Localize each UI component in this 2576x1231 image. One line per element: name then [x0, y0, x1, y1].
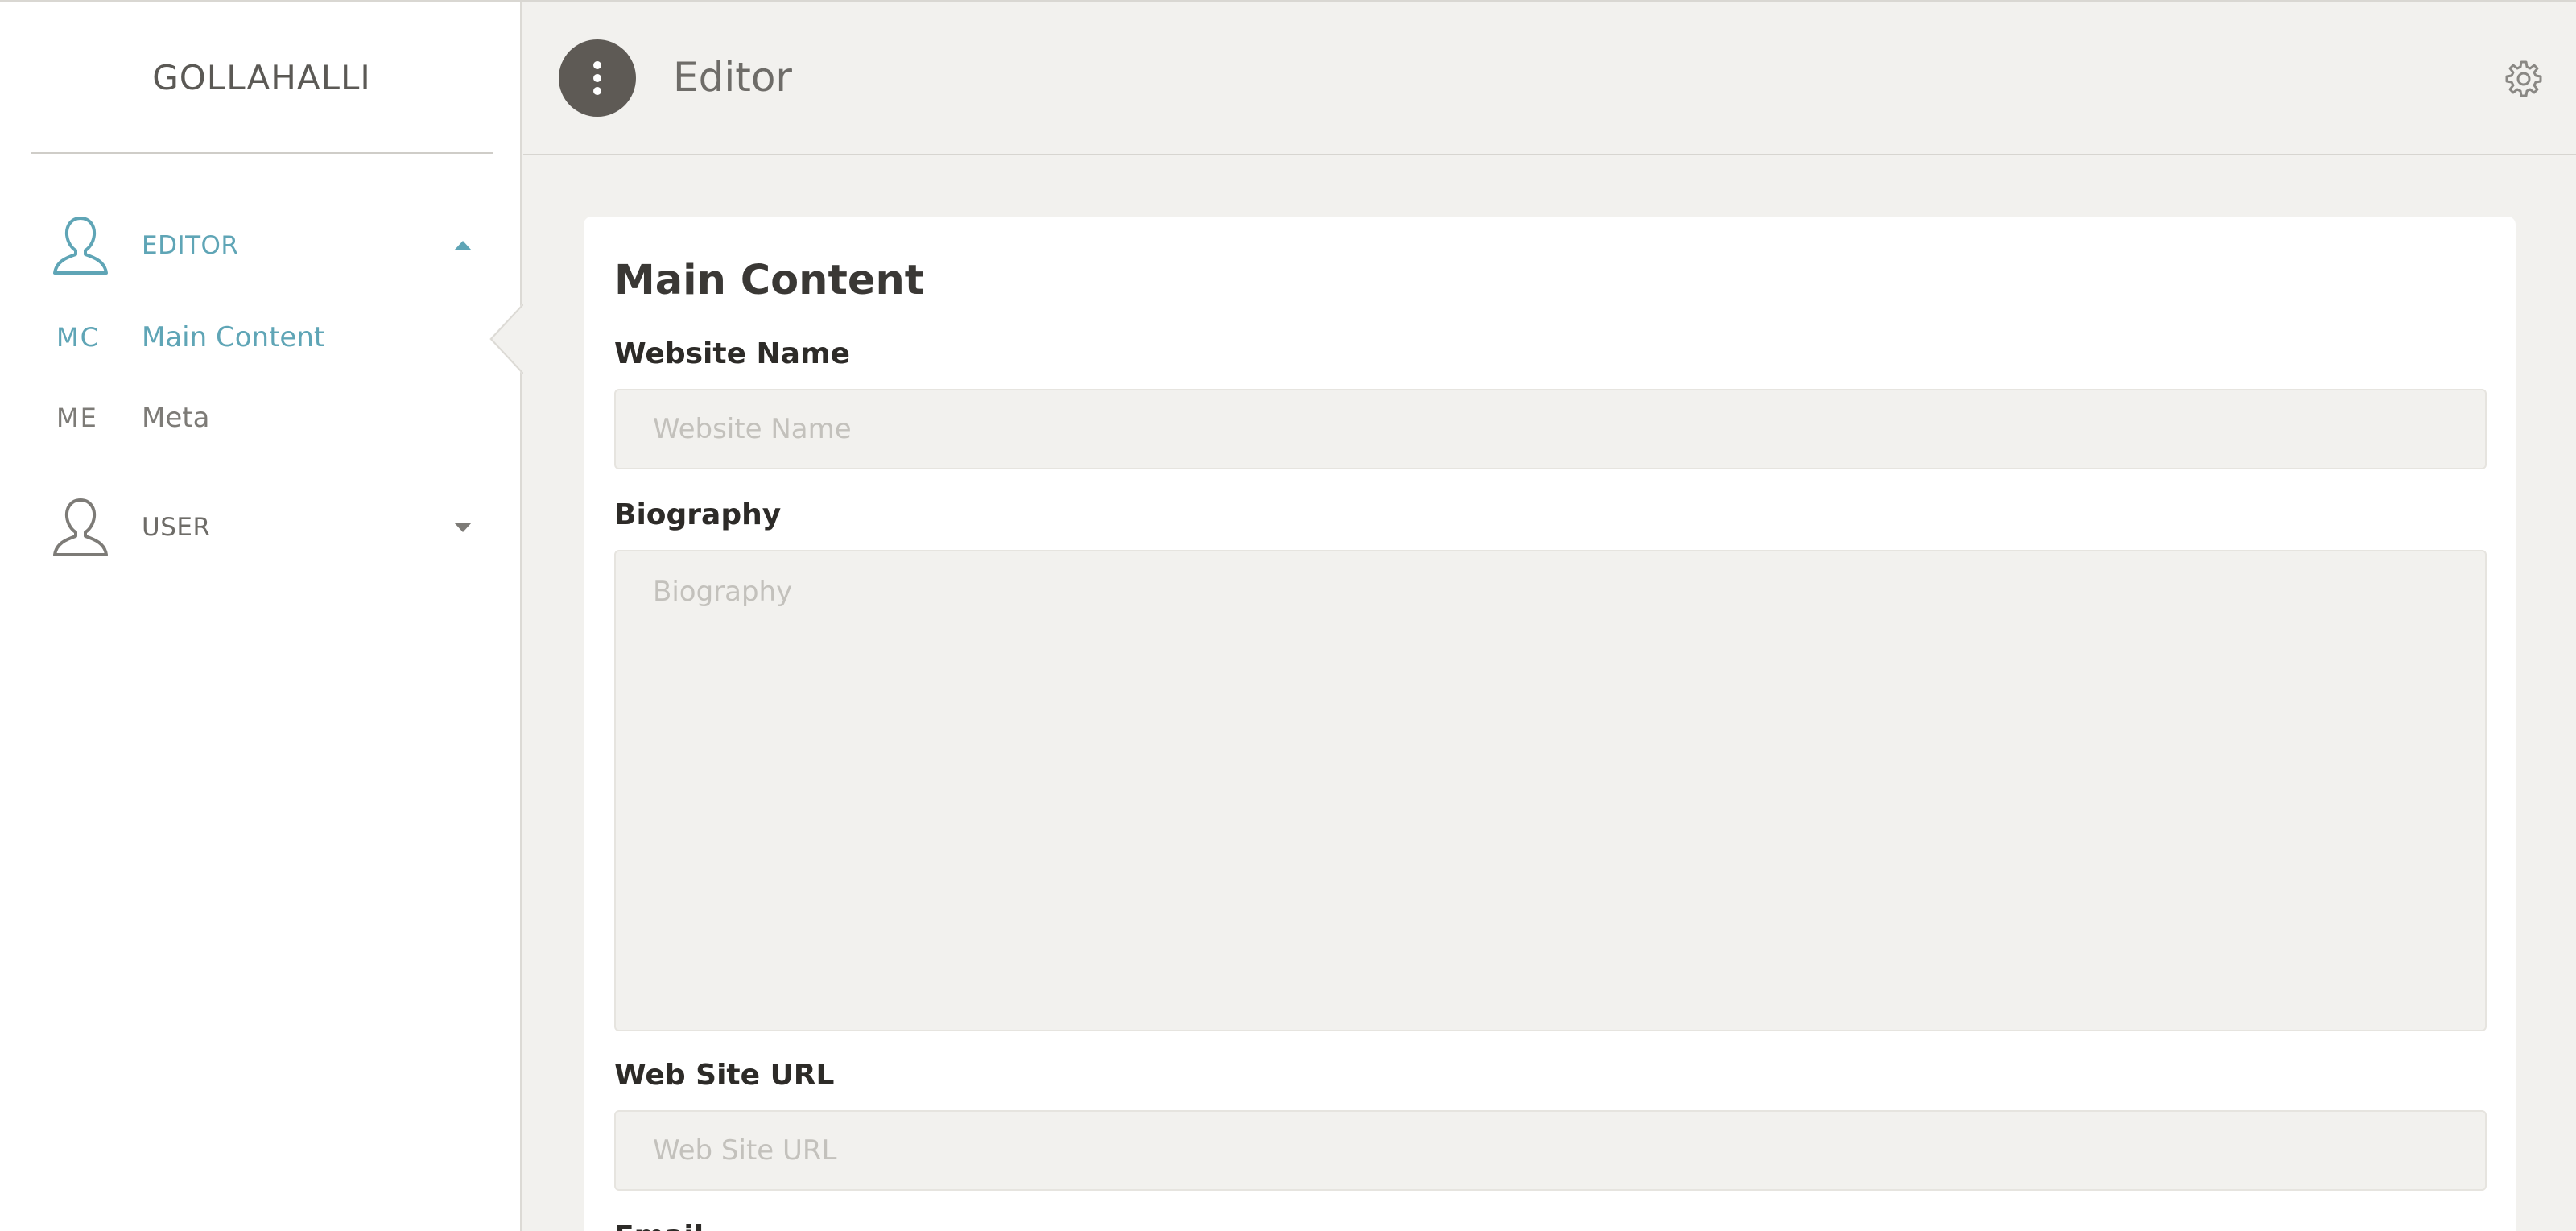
biography-label: Biography: [614, 498, 782, 531]
brand-logo[interactable]: GOLLAHALLI: [31, 2, 493, 154]
sidebar-item-main-content[interactable]: MC Main Content: [0, 305, 522, 370]
sidebar-group-label: EDITOR: [142, 231, 239, 260]
main-content-card: Main Content Website Name Biography Web …: [584, 217, 2516, 1231]
website-name-label: Website Name: [614, 337, 850, 370]
sidebar-item-meta[interactable]: ME Meta: [0, 386, 522, 450]
gear-icon[interactable]: [2505, 60, 2542, 97]
menu-button[interactable]: [559, 39, 636, 117]
website-url-input[interactable]: [614, 1110, 2487, 1191]
sidebar-group-editor[interactable]: EDITOR: [0, 205, 522, 286]
caret-down-icon: [454, 523, 472, 532]
website-url-label: Web Site URL: [614, 1059, 835, 1092]
sidebar: GOLLAHALLI EDITOR MC Main Content ME Met…: [0, 2, 522, 1231]
sidebar-group-label: USER: [142, 513, 211, 542]
page-title: Editor: [673, 54, 792, 101]
sidebar-group-user[interactable]: USER: [0, 487, 522, 568]
sidebar-item-abbr: ME: [56, 403, 98, 433]
dot: [593, 87, 601, 95]
app-root: GOLLAHALLI EDITOR MC Main Content ME Met…: [0, 0, 2576, 1231]
dot: [593, 74, 601, 82]
dot: [593, 61, 601, 69]
sidebar-item-abbr: MC: [56, 322, 100, 353]
active-item-indicator: [489, 303, 523, 375]
user-icon: [53, 217, 108, 275]
sidebar-item-label: Meta: [142, 402, 210, 434]
biography-textarea[interactable]: [614, 550, 2487, 1031]
website-name-input[interactable]: [614, 389, 2487, 469]
sidebar-item-label: Main Content: [142, 321, 325, 353]
user-icon: [53, 498, 108, 556]
email-label: Email: [614, 1220, 704, 1231]
card-title: Main Content: [614, 257, 925, 304]
top-bar: Editor: [523, 2, 2576, 155]
caret-up-icon: [454, 241, 472, 250]
